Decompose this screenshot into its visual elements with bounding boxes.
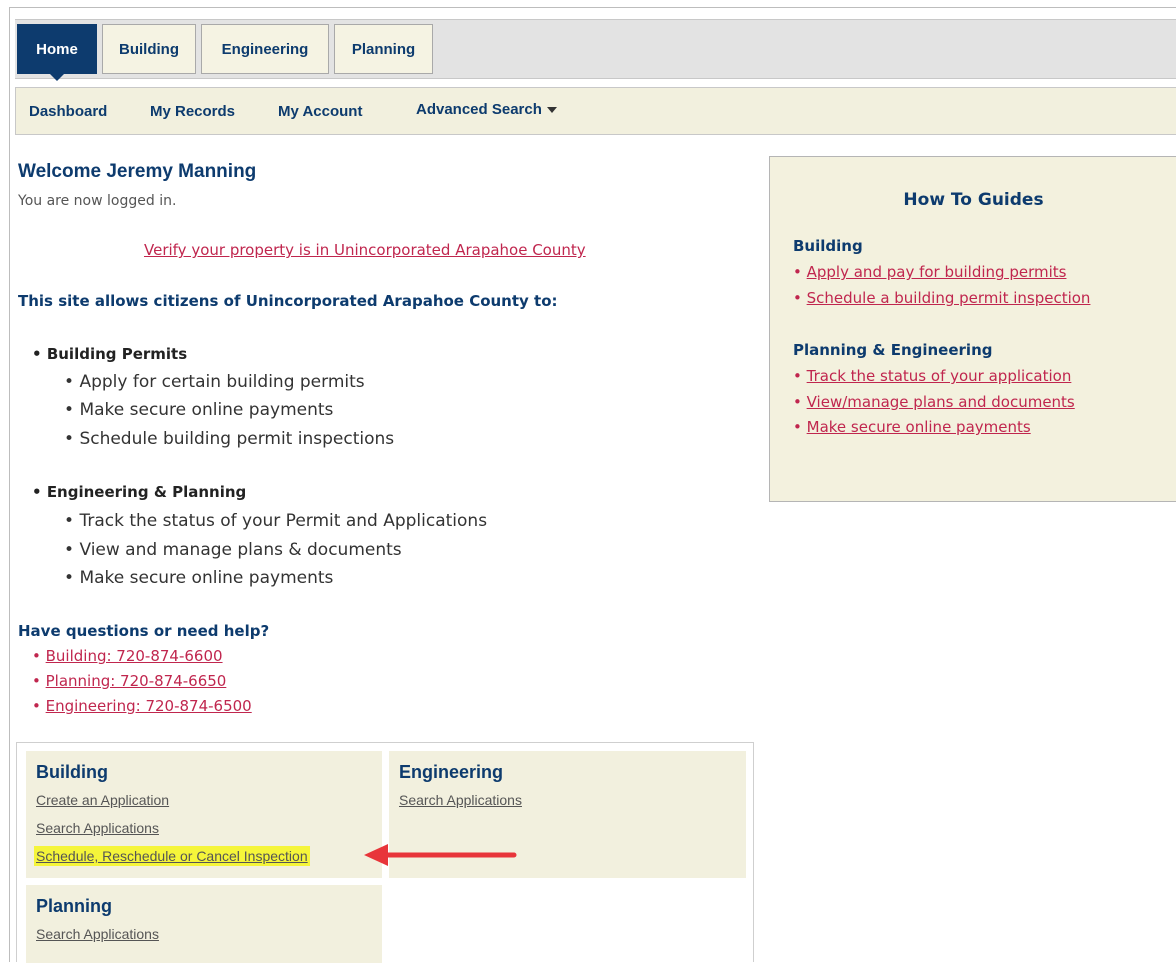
login-status: You are now logged in. xyxy=(18,193,177,209)
list-item: Apply for certain building permits xyxy=(64,372,365,392)
planning-module: Planning Search Applications xyxy=(26,885,382,963)
nav-my-records[interactable]: My Records xyxy=(150,103,235,120)
bullet-icon: • xyxy=(793,263,807,281)
welcome-heading: Welcome Jeremy Manning xyxy=(18,161,257,182)
nav-advanced-search-label: Advanced Search xyxy=(416,101,542,118)
frame-left-border xyxy=(9,7,10,962)
tab-planning[interactable]: Planning xyxy=(334,24,433,74)
guides-section-planning-engineering: Planning & Engineering xyxy=(793,341,993,359)
verify-property-link[interactable]: Verify your property is in Unincorporate… xyxy=(144,241,586,259)
bullet-icon: • xyxy=(793,393,807,411)
feature-heading-engineering-planning: Engineering & Planning xyxy=(32,483,246,501)
help-item-planning: • Planning: 720-874-6650 xyxy=(32,672,226,690)
frame-top-border xyxy=(9,7,1176,8)
nav-my-account[interactable]: My Account xyxy=(278,103,362,120)
red-arrow-icon xyxy=(364,844,517,866)
guide-link-apply-pay[interactable]: Apply and pay for building permits xyxy=(807,263,1067,281)
building-module-title: Building xyxy=(36,762,108,782)
schedule-inspection-link[interactable]: Schedule, Reschedule or Cancel Inspectio… xyxy=(34,846,310,866)
list-item-label: Make secure online payments xyxy=(79,400,334,420)
list-item-label: Track the status of your Permit and Appl… xyxy=(79,511,488,531)
bullet-icon: • xyxy=(793,418,807,436)
engineering-search-applications-link[interactable]: Search Applications xyxy=(399,792,522,808)
engineering-module-title: Engineering xyxy=(399,762,504,782)
secondary-nav: Dashboard My Records My Account Advanced… xyxy=(15,87,1176,135)
planning-module-title: Planning xyxy=(36,896,112,916)
planning-search-applications-link[interactable]: Search Applications xyxy=(36,926,159,942)
guide-item: • Schedule a building permit inspection xyxy=(793,289,1090,307)
guide-link-schedule-inspection[interactable]: Schedule a building permit inspection xyxy=(807,289,1091,307)
feature-heading-eng-label: Engineering & Planning xyxy=(46,483,247,501)
tab-building[interactable]: Building xyxy=(102,24,196,74)
chevron-down-icon xyxy=(546,107,557,114)
list-item-label: View and manage plans & documents xyxy=(79,540,402,560)
list-item: Track the status of your Permit and Appl… xyxy=(64,511,487,531)
nav-dashboard[interactable]: Dashboard xyxy=(29,103,107,120)
bullet-icon: • xyxy=(793,289,807,307)
tab-engineering[interactable]: Engineering xyxy=(201,24,329,74)
guides-section-building: Building xyxy=(793,237,863,255)
main-tab-bar: Home Building Engineering Planning xyxy=(15,19,1176,81)
guide-item: • View/manage plans and documents xyxy=(793,393,1075,411)
list-item: Schedule building permit inspections xyxy=(64,429,394,449)
bullet-icon: • xyxy=(32,697,46,715)
list-item-label: Schedule building permit inspections xyxy=(79,429,395,449)
bullet-icon: • xyxy=(793,367,807,385)
help-link-building[interactable]: Building: 720-874-6600 xyxy=(46,647,223,665)
guide-link-manage-plans[interactable]: View/manage plans and documents xyxy=(807,393,1075,411)
intro-text: This site allows citizens of Unincorpora… xyxy=(18,292,558,310)
list-item: Make secure online payments xyxy=(64,400,333,420)
how-to-guides-panel: How To Guides Building • Apply and pay f… xyxy=(769,156,1176,502)
help-link-engineering[interactable]: Engineering: 720-874-6500 xyxy=(46,697,252,715)
guide-item: • Make secure online payments xyxy=(793,418,1031,436)
tab-home[interactable]: Home xyxy=(17,24,97,81)
building-search-applications-link[interactable]: Search Applications xyxy=(36,820,159,836)
bullet-icon: • xyxy=(32,647,46,665)
feature-heading-building: Building Permits xyxy=(32,345,187,363)
help-link-planning[interactable]: Planning: 720-874-6650 xyxy=(46,672,227,690)
help-heading: Have questions or need help? xyxy=(18,622,270,640)
guide-link-payments[interactable]: Make secure online payments xyxy=(807,418,1031,436)
list-item-label: Make secure online payments xyxy=(79,568,334,588)
list-item: View and manage plans & documents xyxy=(64,540,402,560)
guide-item: • Track the status of your application xyxy=(793,367,1071,385)
list-item: Make secure online payments xyxy=(64,568,333,588)
guide-link-track-status[interactable]: Track the status of your application xyxy=(807,367,1072,385)
help-item-building: • Building: 720-874-6600 xyxy=(32,647,223,665)
guide-item: • Apply and pay for building permits xyxy=(793,263,1066,281)
bullet-icon: • xyxy=(32,672,46,690)
building-module: Building Create an Application Search Ap… xyxy=(26,751,382,878)
create-application-link[interactable]: Create an Application xyxy=(36,792,169,808)
help-item-engineering: • Engineering: 720-874-6500 xyxy=(32,697,252,715)
guides-title: How To Guides xyxy=(903,190,1044,210)
list-item-label: Apply for certain building permits xyxy=(79,372,365,392)
nav-advanced-search[interactable]: Advanced Search xyxy=(416,101,557,118)
feature-heading-building-label: Building Permits xyxy=(46,345,188,363)
